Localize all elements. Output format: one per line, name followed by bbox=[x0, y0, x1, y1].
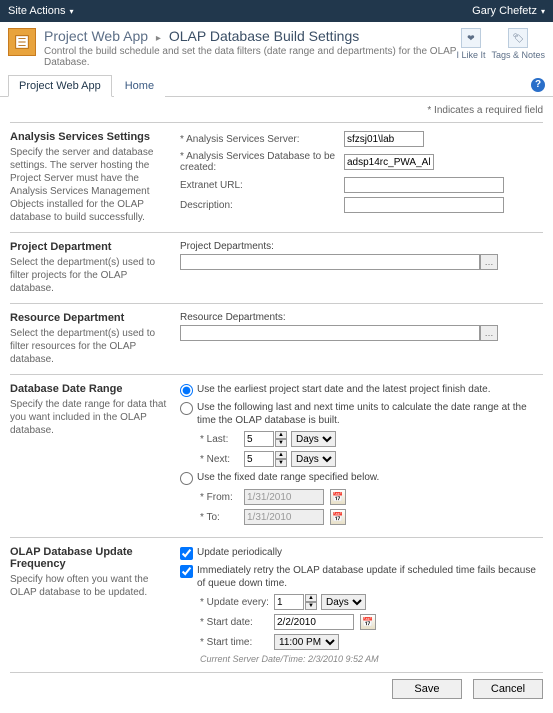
chevron-down-icon: ▾ bbox=[69, 7, 73, 16]
chevron-right-icon: ▸ bbox=[156, 33, 161, 44]
section-title: OLAP Database Update Frequency bbox=[10, 546, 170, 570]
spin-down-button[interactable]: ▼ bbox=[275, 459, 287, 467]
last-label: Last: bbox=[200, 434, 240, 445]
required-field-note: * Indicates a required field bbox=[10, 105, 543, 116]
section-update-frequency: OLAP Database Update Frequency Specify h… bbox=[10, 537, 543, 672]
from-label: From: bbox=[200, 492, 240, 503]
retry-checkbox[interactable] bbox=[180, 565, 193, 578]
section-desc: Select the department(s) used to filter … bbox=[10, 327, 170, 366]
tabstrip: Project Web App Home ? bbox=[0, 74, 553, 97]
spin-up-button[interactable]: ▲ bbox=[305, 594, 317, 602]
date-range-earliest-label: Use the earliest project start date and … bbox=[197, 383, 491, 396]
section-desc: Specify how often you want the OLAP data… bbox=[10, 573, 170, 599]
tab-home[interactable]: Home bbox=[114, 75, 165, 97]
from-date-input bbox=[244, 489, 324, 505]
last-value-input[interactable] bbox=[244, 431, 274, 447]
start-time-label: Start time: bbox=[200, 637, 270, 648]
section-title: Analysis Services Settings bbox=[10, 131, 170, 143]
next-value-input[interactable] bbox=[244, 451, 274, 467]
resource-departments-input[interactable] bbox=[180, 325, 480, 341]
extranet-url-input[interactable] bbox=[344, 177, 504, 193]
analysis-server-input[interactable] bbox=[344, 131, 424, 147]
date-range-lastnext-radio[interactable] bbox=[180, 402, 193, 415]
last-unit-select[interactable]: Days bbox=[291, 431, 336, 447]
site-actions-label: Site Actions bbox=[8, 5, 65, 17]
last-spinner[interactable]: ▲▼ bbox=[244, 431, 287, 447]
breadcrumb: Project Web App ▸ OLAP Database Build Se… bbox=[44, 28, 456, 44]
site-actions-menu[interactable]: Site Actions ▾ bbox=[8, 5, 74, 17]
date-range-lastnext-label: Use the following last and next time uni… bbox=[197, 401, 543, 427]
to-date-input bbox=[244, 509, 324, 525]
retry-label: Immediately retry the OLAP database upda… bbox=[197, 564, 543, 590]
section-desc: Specify the date range for data that you… bbox=[10, 398, 170, 437]
update-periodically-label: Update periodically bbox=[197, 546, 282, 559]
section-desc: Specify the server and database settings… bbox=[10, 146, 170, 224]
breadcrumb-root[interactable]: Project Web App bbox=[44, 28, 148, 44]
i-like-it-button[interactable]: ❤ I Like It bbox=[456, 28, 485, 60]
analysis-db-input[interactable] bbox=[344, 154, 434, 170]
section-title: Database Date Range bbox=[10, 383, 170, 395]
footer-buttons: Save Cancel bbox=[10, 672, 543, 705]
next-unit-select[interactable]: Days bbox=[291, 451, 336, 467]
help-icon[interactable]: ? bbox=[531, 78, 545, 92]
spin-up-button[interactable]: ▲ bbox=[275, 431, 287, 439]
user-menu[interactable]: Gary Chefetz ▾ bbox=[472, 5, 545, 17]
ribbon-topbar: Site Actions ▾ Gary Chefetz ▾ bbox=[0, 0, 553, 22]
date-range-fixed-radio[interactable] bbox=[180, 472, 193, 485]
section-title: Resource Department bbox=[10, 312, 170, 324]
analysis-server-label: Analysis Services Server: bbox=[180, 134, 340, 145]
update-every-input[interactable] bbox=[274, 594, 304, 610]
section-desc: Select the department(s) used to filter … bbox=[10, 256, 170, 295]
extranet-url-label: Extranet URL: bbox=[180, 180, 340, 191]
project-departments-label: Project Departments: bbox=[180, 241, 274, 252]
description-label: Description: bbox=[180, 200, 340, 211]
save-button[interactable]: Save bbox=[392, 679, 462, 699]
page-subtitle: Control the build schedule and set the d… bbox=[44, 46, 456, 68]
page-header: Project Web App ▸ OLAP Database Build Se… bbox=[0, 22, 553, 72]
user-name: Gary Chefetz bbox=[472, 5, 537, 17]
section-title: Project Department bbox=[10, 241, 170, 253]
heart-icon: ❤ bbox=[461, 28, 481, 48]
description-input[interactable] bbox=[344, 197, 504, 213]
spin-down-button[interactable]: ▼ bbox=[275, 439, 287, 447]
spin-down-button[interactable]: ▼ bbox=[305, 602, 317, 610]
section-resource-department: Resource Department Select the departmen… bbox=[10, 303, 543, 374]
project-departments-input[interactable] bbox=[180, 254, 480, 270]
current-server-datetime: Current Server Date/Time: 2/3/2010 9:52 … bbox=[200, 654, 543, 664]
section-project-department: Project Department Select the department… bbox=[10, 232, 543, 303]
page-title: OLAP Database Build Settings bbox=[169, 28, 359, 44]
start-date-label: Start date: bbox=[200, 617, 270, 628]
start-date-input[interactable] bbox=[274, 614, 354, 630]
date-range-fixed-label: Use the fixed date range specified below… bbox=[197, 471, 379, 484]
next-label: Next: bbox=[200, 454, 240, 465]
chevron-down-icon: ▾ bbox=[541, 7, 545, 16]
resource-departments-label: Resource Departments: bbox=[180, 312, 286, 323]
cancel-button[interactable]: Cancel bbox=[473, 679, 543, 699]
update-every-spinner[interactable]: ▲▼ bbox=[274, 594, 317, 610]
update-every-unit-select[interactable]: Days bbox=[321, 594, 366, 610]
start-time-select[interactable]: 11:00 PM bbox=[274, 634, 339, 650]
olap-settings-icon bbox=[8, 28, 36, 56]
calendar-icon[interactable]: 📅 bbox=[330, 489, 346, 505]
calendar-icon[interactable]: 📅 bbox=[330, 509, 346, 525]
tag-icon: 🏷 bbox=[508, 28, 528, 48]
update-every-label: Update every: bbox=[200, 597, 270, 608]
tags-notes-button[interactable]: 🏷 Tags & Notes bbox=[491, 28, 545, 60]
section-date-range: Database Date Range Specify the date ran… bbox=[10, 374, 543, 537]
analysis-db-label: Analysis Services Database to be created… bbox=[180, 151, 340, 173]
date-range-earliest-radio[interactable] bbox=[180, 384, 193, 397]
section-analysis-services: Analysis Services Settings Specify the s… bbox=[10, 122, 543, 232]
calendar-icon[interactable]: 📅 bbox=[360, 614, 376, 630]
update-periodically-checkbox[interactable] bbox=[180, 547, 193, 560]
spin-up-button[interactable]: ▲ bbox=[275, 451, 287, 459]
resource-departments-picker-button[interactable]: … bbox=[480, 325, 498, 341]
next-spinner[interactable]: ▲▼ bbox=[244, 451, 287, 467]
tab-project-web-app[interactable]: Project Web App bbox=[8, 75, 112, 97]
project-departments-picker-button[interactable]: … bbox=[480, 254, 498, 270]
